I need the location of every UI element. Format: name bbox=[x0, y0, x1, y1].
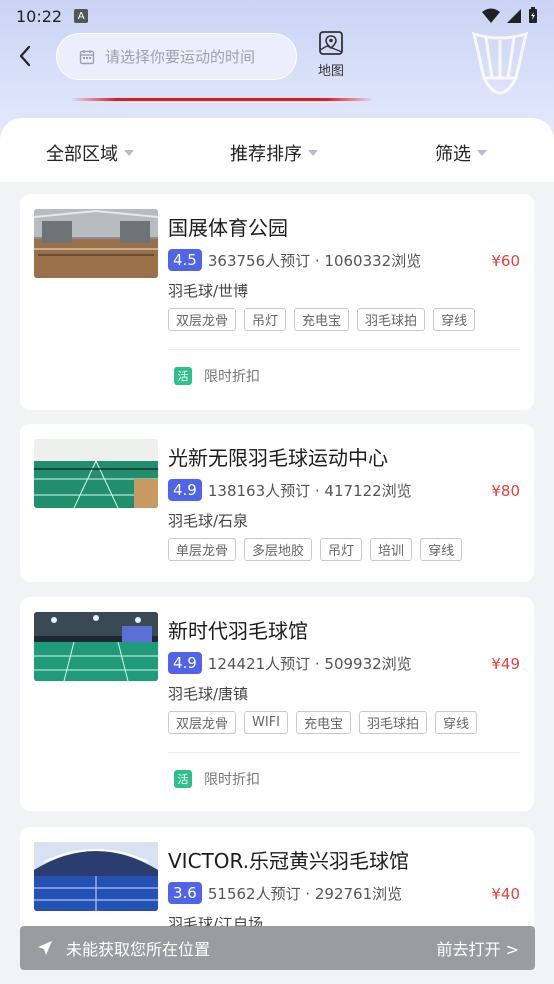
venue-category: 羽毛球/石泉 bbox=[168, 512, 249, 530]
venue-thumbnail bbox=[34, 439, 158, 508]
location-permission-bar[interactable]: 未能获取您所在位置 前去打开 > bbox=[20, 926, 535, 970]
calendar-icon bbox=[79, 49, 95, 64]
wifi-icon bbox=[482, 8, 500, 23]
filter-sort[interactable]: 推荐排序 bbox=[230, 140, 318, 166]
card-divider bbox=[168, 349, 520, 350]
map-icon bbox=[319, 31, 343, 55]
filter-sort-label: 推荐排序 bbox=[230, 144, 302, 165]
venue-name: VICTOR.乐冠黄兴羽毛球馆 bbox=[168, 849, 410, 873]
venue-thumbnail bbox=[34, 209, 158, 278]
venue-tag: 充电宝 bbox=[294, 308, 350, 331]
search-placeholder: 请选择你要运动的时间 bbox=[105, 48, 256, 66]
filter-area[interactable]: 全部区域 bbox=[46, 140, 134, 166]
rating-badge: 3.6 bbox=[168, 882, 202, 904]
red-annotation-underline bbox=[72, 98, 372, 101]
shuttlecock-watermark-icon bbox=[471, 31, 529, 95]
venue-tag: 羽毛球拍 bbox=[359, 711, 428, 734]
venue-meta: 4.9 124421人预订 · 509932浏览 bbox=[168, 652, 412, 674]
status-time: 10:22 bbox=[16, 6, 63, 26]
battery-icon bbox=[529, 7, 537, 23]
promo-badge: 活 bbox=[174, 770, 192, 788]
open-location-link[interactable]: 前去打开 > bbox=[437, 936, 520, 960]
venue-thumbnail bbox=[34, 612, 158, 681]
venue-card[interactable]: 国展体育公园 4.5 363756人预订 · 1060332浏览 ¥60 羽毛球… bbox=[20, 194, 534, 410]
caret-down-icon bbox=[477, 150, 487, 156]
venue-tag: 穿线 bbox=[433, 308, 476, 331]
venue-price: ¥80 bbox=[491, 482, 520, 500]
venue-stats: 51562人预订 · 292761浏览 bbox=[207, 884, 403, 903]
venue-tag: 穿线 bbox=[435, 711, 478, 734]
promo-text: 限时折扣 bbox=[204, 772, 260, 788]
venue-tag: 充电宝 bbox=[296, 711, 352, 734]
filter-bar: 全部区域 推荐排序 筛选 bbox=[0, 118, 554, 182]
venue-stats: 124421人预订 · 509932浏览 bbox=[207, 654, 412, 673]
promo-text: 限时折扣 bbox=[204, 369, 260, 385]
venue-price: ¥40 bbox=[491, 885, 520, 903]
venue-category: 羽毛球/江自场 bbox=[168, 915, 264, 927]
venue-meta: 4.9 138163人预订 · 417122浏览 bbox=[168, 479, 412, 501]
venue-category: 羽毛球/唐镇 bbox=[168, 685, 249, 703]
map-label: 地图 bbox=[317, 64, 344, 79]
location-text: 未能获取您所在位置 bbox=[66, 940, 211, 959]
venue-tag: 吊灯 bbox=[320, 538, 363, 561]
venue-tag: WIFI bbox=[244, 711, 289, 734]
venue-tags: 双层龙骨 WIFI 充电宝 羽毛球拍 穿线 bbox=[168, 711, 478, 734]
notification-a-icon: A bbox=[74, 9, 89, 23]
rating-badge: 4.9 bbox=[168, 479, 202, 501]
venue-tag: 培训 bbox=[370, 538, 413, 561]
promo-row: 活 限时折扣 bbox=[174, 366, 260, 386]
filter-screen-label: 筛选 bbox=[435, 144, 471, 165]
venue-card[interactable]: 光新无限羽毛球运动中心 4.9 138163人预订 · 417122浏览 ¥80… bbox=[20, 424, 534, 582]
venue-tag: 羽毛球拍 bbox=[357, 308, 426, 331]
venue-category: 羽毛球/世博 bbox=[168, 282, 249, 300]
back-button[interactable] bbox=[14, 44, 38, 68]
rating-badge: 4.5 bbox=[168, 249, 202, 271]
caret-down-icon bbox=[308, 150, 318, 156]
venue-meta: 3.6 51562人预订 · 292761浏览 bbox=[168, 882, 402, 904]
venue-tag: 多层地胶 bbox=[244, 538, 313, 561]
venue-tags: 单层龙骨 多层地胶 吊灯 培训 穿线 bbox=[168, 538, 463, 561]
venue-name: 新时代羽毛球馆 bbox=[168, 619, 308, 643]
location-arrow-icon bbox=[38, 941, 52, 955]
promo-badge: 活 bbox=[174, 367, 192, 385]
venue-tag: 双层龙骨 bbox=[168, 308, 237, 331]
venue-tag: 吊灯 bbox=[244, 308, 287, 331]
map-button[interactable]: 地图 bbox=[312, 30, 350, 86]
venue-tags: 双层龙骨 吊灯 充电宝 羽毛球拍 穿线 bbox=[168, 308, 476, 331]
venue-meta: 4.5 363756人预订 · 1060332浏览 bbox=[168, 249, 421, 271]
venue-thumbnail bbox=[34, 842, 158, 911]
filter-area-label: 全部区域 bbox=[46, 144, 118, 165]
card-divider bbox=[168, 752, 520, 753]
status-icons bbox=[482, 7, 538, 24]
venue-name: 光新无限羽毛球运动中心 bbox=[168, 446, 388, 470]
signal-icon bbox=[507, 8, 521, 23]
venue-price: ¥60 bbox=[491, 252, 520, 270]
venue-card[interactable]: 新时代羽毛球馆 4.9 124421人预订 · 509932浏览 ¥49 羽毛球… bbox=[20, 597, 534, 811]
promo-row: 活 限时折扣 bbox=[174, 769, 260, 789]
venue-name: 国展体育公园 bbox=[168, 216, 288, 240]
caret-down-icon bbox=[124, 150, 134, 156]
time-search-input[interactable]: 请选择你要运动的时间 bbox=[56, 33, 297, 80]
venue-card[interactable]: VICTOR.乐冠黄兴羽毛球馆 3.6 51562人预订 · 292761浏览 … bbox=[20, 827, 534, 927]
venue-tag: 穿线 bbox=[420, 538, 463, 561]
venue-tag: 双层龙骨 bbox=[168, 711, 237, 734]
status-bar: 10:22 A bbox=[0, 0, 554, 32]
rating-badge: 4.9 bbox=[168, 652, 202, 674]
venue-stats: 138163人预订 · 417122浏览 bbox=[207, 481, 412, 500]
venue-price: ¥49 bbox=[491, 655, 520, 673]
chevron-left-icon bbox=[19, 45, 31, 67]
venue-tag: 单层龙骨 bbox=[168, 538, 237, 561]
venue-stats: 363756人预订 · 1060332浏览 bbox=[207, 251, 422, 270]
filter-screen[interactable]: 筛选 bbox=[435, 140, 487, 166]
